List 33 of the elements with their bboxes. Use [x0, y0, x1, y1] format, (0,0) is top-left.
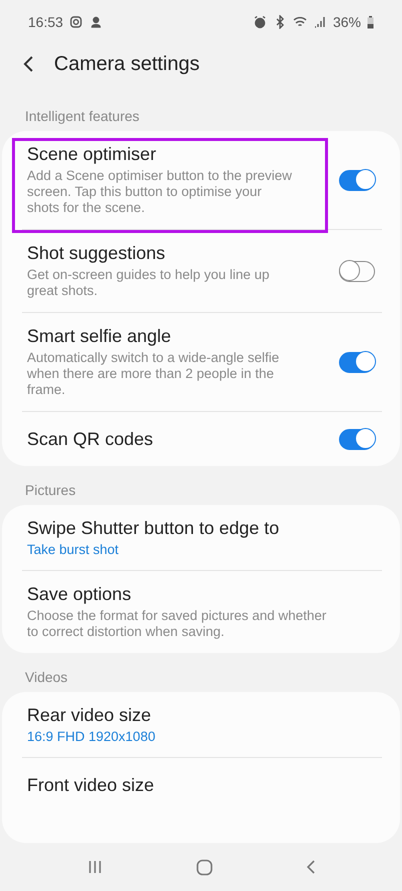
setting-title[interactable]: Smart selfie angle	[27, 326, 294, 347]
battery-icon	[367, 16, 374, 28]
page-title: Camera settings	[54, 52, 200, 76]
setting-title[interactable]: Scene optimiser	[27, 144, 294, 165]
setting-value: Take burst shot	[27, 542, 120, 557]
section-title: Pictures	[24, 482, 77, 498]
setting-title[interactable]: Save options	[27, 584, 330, 605]
setting-title[interactable]: Swipe Shutter button to edge to	[27, 518, 330, 539]
back-nav-button[interactable]	[306, 859, 316, 875]
toggle-switch[interactable]	[339, 260, 375, 282]
section-title: Intelligent features	[24, 108, 140, 124]
setting-description: Add a Scene optimiser button to the preview screen. Tap this button to optimise your shots for the scene.	[27, 168, 293, 216]
setting-title[interactable]: Scan QR codes	[27, 428, 294, 450]
back-button[interactable]	[22, 55, 34, 73]
setting-description: Get on-screen guides to help you line up great shots.	[27, 267, 270, 299]
setting-title[interactable]: Front video size	[27, 774, 330, 796]
toggle-switch[interactable]	[339, 170, 375, 190]
setting-title[interactable]: Shot suggestions	[27, 243, 294, 264]
alarm-icon	[252, 15, 267, 29]
section-title: Videos	[24, 669, 69, 685]
setting-value: 16:9 FHD 1920x1080	[27, 729, 156, 744]
setting-description: Automatically switch to a wide-angle selfie when there are more than 2 people in the frame.	[27, 350, 280, 398]
signal-icon	[312, 15, 327, 29]
setting-description: Choose the format for saved pictures and whether to correct distortion when saving.	[27, 608, 328, 640]
setting-title[interactable]: Rear video size	[27, 705, 330, 726]
wifi-icon	[292, 15, 307, 29]
recent-apps-button[interactable]	[86, 859, 102, 875]
toggle-switch[interactable]	[339, 428, 375, 450]
battery-percent: 36%	[332, 14, 361, 30]
home-button[interactable]	[196, 858, 212, 876]
toggle-switch[interactable]	[339, 352, 375, 372]
instagram-icon	[69, 15, 84, 29]
status-time: 16:53	[28, 14, 64, 30]
